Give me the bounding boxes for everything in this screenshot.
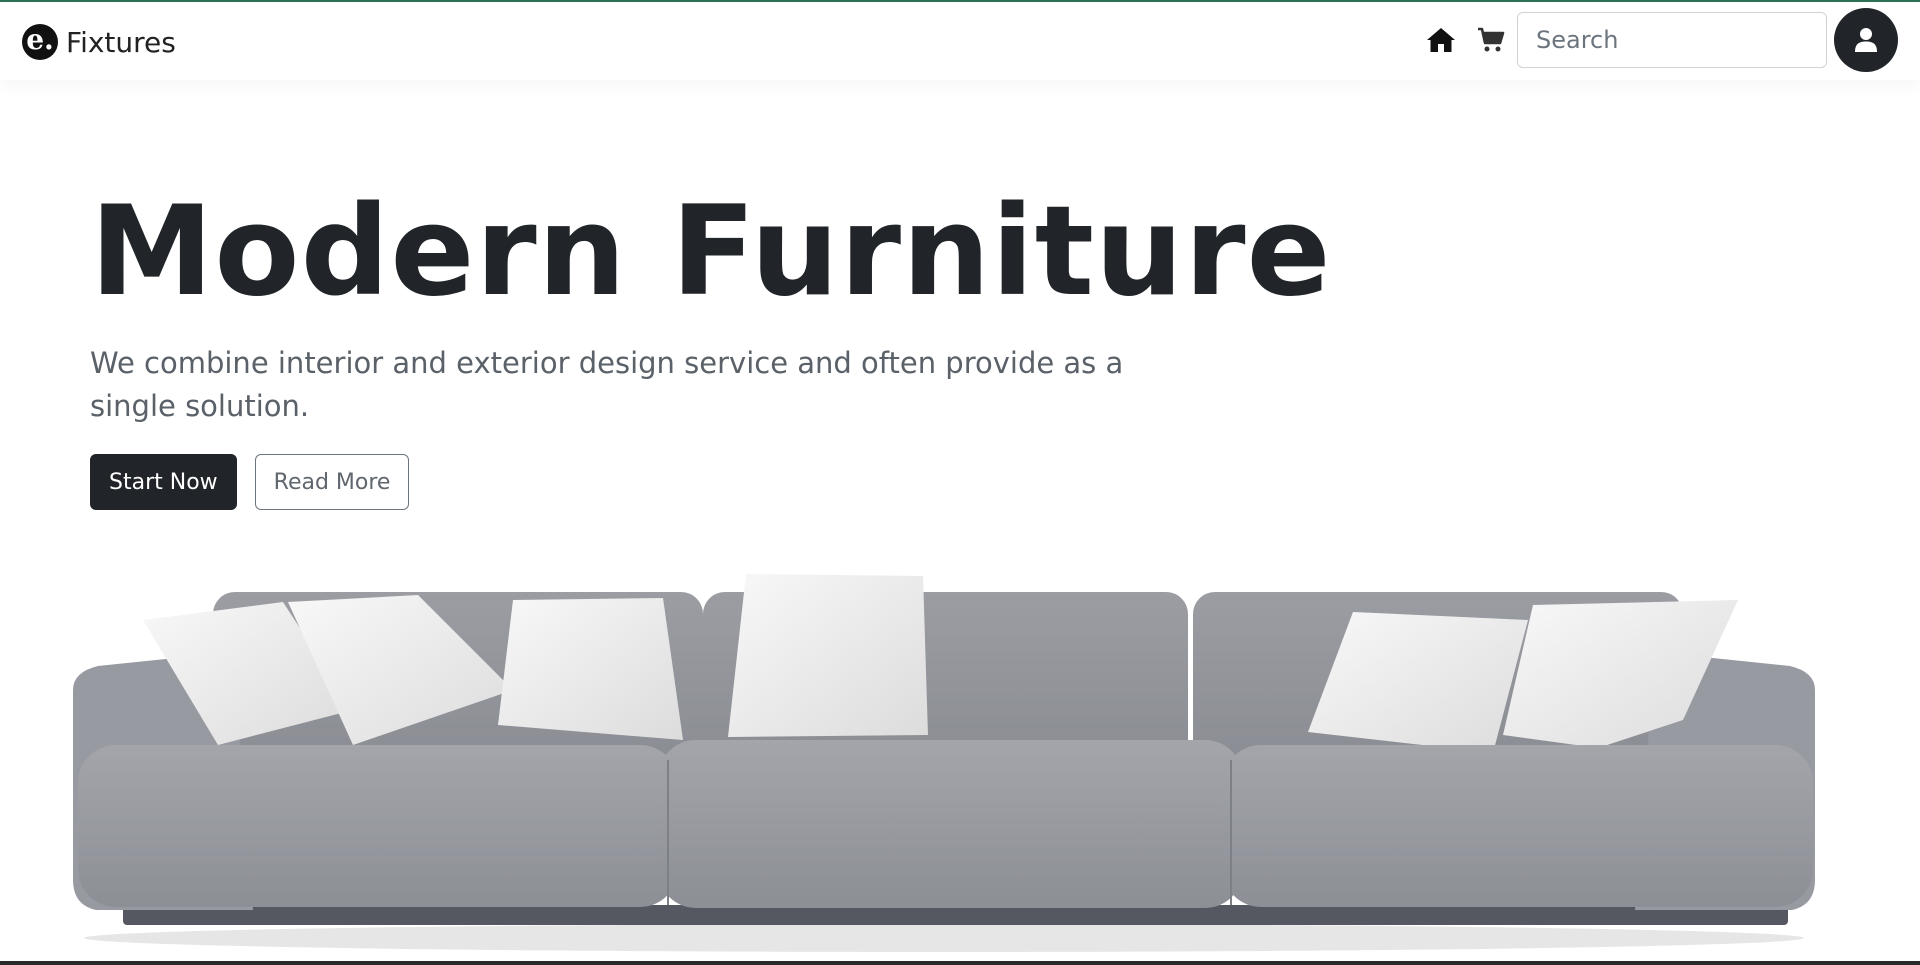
user-avatar-button[interactable] — [1834, 8, 1898, 72]
sofa-image — [18, 560, 1870, 960]
search-input[interactable] — [1517, 12, 1827, 68]
user-icon — [1855, 28, 1877, 52]
hero-subtitle: We combine interior and exterior design … — [90, 346, 1124, 423]
hero-section: Modern Furniture We combine interior and… — [90, 180, 1332, 510]
brand-logo-glyph: e. — [26, 23, 54, 56]
bottom-edge — [0, 961, 1920, 965]
nav-actions — [1421, 8, 1898, 72]
home-button[interactable] — [1421, 20, 1461, 60]
brand-name: Fixtures — [66, 25, 176, 59]
brand-logo: e. — [22, 24, 58, 60]
brand-link[interactable]: e. Fixtures — [22, 22, 176, 62]
home-icon — [1427, 28, 1455, 52]
sofa-illustration — [73, 574, 1815, 952]
cart-icon — [1478, 27, 1505, 52]
navbar: e. Fixtures — [0, 2, 1920, 80]
read-more-button[interactable]: Read More — [254, 454, 410, 510]
start-now-button[interactable]: Start Now — [90, 454, 237, 510]
cart-button[interactable] — [1471, 20, 1511, 60]
hero-actions: Start Now Read More — [90, 454, 1190, 510]
hero-title: Modern Furniture — [90, 180, 1332, 324]
